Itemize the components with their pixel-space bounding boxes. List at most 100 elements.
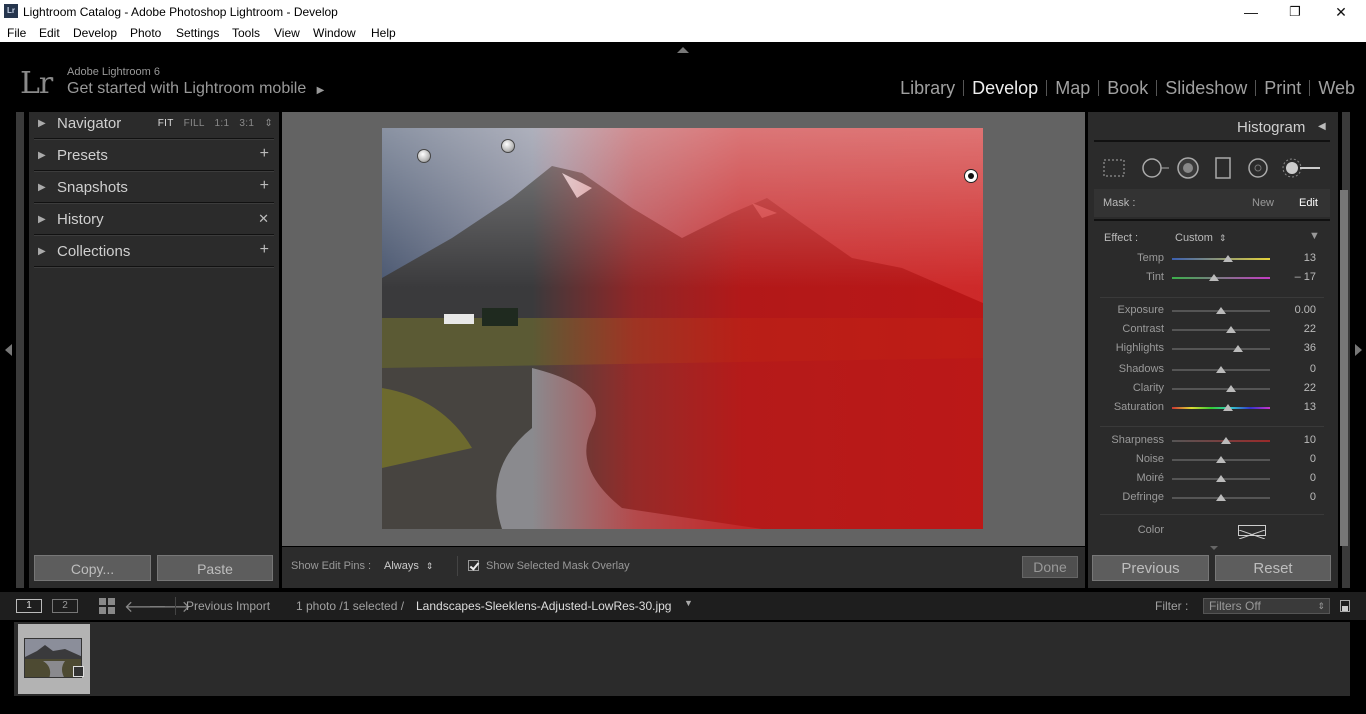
filename[interactable]: Landscapes-Sleeklens-Adjusted-LowRes-30.… — [416, 599, 671, 613]
history-panel-header[interactable]: ▶ History ✕ — [29, 206, 279, 238]
edit-pin[interactable] — [501, 139, 515, 153]
saturation-value[interactable]: 13 — [1276, 401, 1316, 413]
temp-value[interactable]: 13 — [1276, 252, 1316, 264]
shadows-value[interactable]: 0 — [1276, 363, 1316, 375]
tint-value[interactable]: – 17 — [1276, 271, 1316, 283]
collapse-left-panel-icon[interactable] — [5, 344, 12, 356]
menu-window[interactable]: Window — [313, 26, 356, 40]
show-edit-pins-select[interactable]: Always ⇕ — [384, 560, 433, 572]
module-map[interactable]: Map — [1048, 78, 1097, 99]
menu-photo[interactable]: Photo — [130, 26, 161, 40]
grid-view-icon[interactable] — [99, 598, 115, 614]
red-eye-icon[interactable] — [1176, 156, 1200, 180]
noise-value[interactable]: 0 — [1276, 453, 1316, 465]
zoom-fit[interactable]: FIT — [158, 118, 174, 129]
module-slideshow[interactable]: Slideshow — [1158, 78, 1254, 99]
exposure-value[interactable]: 0.00 — [1276, 304, 1316, 316]
add-snapshot-icon[interactable]: + — [260, 177, 269, 195]
filter-select[interactable]: Filters Off ⇕ — [1203, 598, 1330, 614]
effect-preset-select[interactable]: Custom ⇕ — [1175, 232, 1227, 244]
temp-slider-track[interactable] — [1172, 258, 1270, 260]
saturation-slider-thumb[interactable] — [1223, 404, 1233, 411]
menu-tools[interactable]: Tools — [232, 26, 260, 40]
contrast-slider-thumb[interactable] — [1226, 326, 1236, 333]
primary-display-button[interactable]: 1 — [16, 599, 42, 613]
tint-slider-thumb[interactable] — [1209, 274, 1219, 281]
spot-removal-icon[interactable] — [1140, 156, 1170, 180]
filter-lock-icon[interactable] — [1340, 600, 1350, 612]
color-swatch[interactable] — [1238, 525, 1266, 540]
tint-slider-track[interactable] — [1172, 277, 1270, 279]
maximize-button[interactable]: ❐ — [1272, 2, 1318, 22]
clarity-slider-track[interactable] — [1172, 388, 1270, 390]
exposure-slider-thumb[interactable] — [1216, 307, 1226, 314]
module-book[interactable]: Book — [1100, 78, 1155, 99]
done-button[interactable]: Done — [1022, 556, 1078, 578]
clarity-slider-thumb[interactable] — [1226, 385, 1236, 392]
module-web[interactable]: Web — [1311, 78, 1362, 99]
menu-file[interactable]: File — [7, 26, 26, 40]
contrast-slider-track[interactable] — [1172, 329, 1270, 331]
effect-collapse-icon[interactable]: ▼ — [1309, 230, 1320, 242]
reset-button[interactable]: Reset — [1215, 555, 1331, 581]
zoom-1-1[interactable]: 1:1 — [215, 118, 230, 129]
menu-help[interactable]: Help — [371, 26, 396, 40]
lightroom-mobile-link[interactable]: Get started with Lightroom mobile ▶ — [67, 80, 324, 98]
add-collection-icon[interactable]: + — [260, 241, 269, 259]
temp-slider-thumb[interactable] — [1223, 255, 1233, 262]
main-photo[interactable] — [382, 128, 983, 529]
edit-pin[interactable] — [417, 149, 431, 163]
highlights-slider-track[interactable] — [1172, 348, 1270, 350]
forward-arrow-icon[interactable]: 🡒 — [148, 596, 191, 617]
menu-settings[interactable]: Settings — [176, 26, 219, 40]
histogram-collapse-icon[interactable]: ◀ — [1318, 121, 1326, 132]
navigator-panel-header[interactable]: ▶ Navigator FIT FILL 1:1 3:1 ⇕ — [29, 110, 279, 142]
highlights-slider-thumb[interactable] — [1233, 345, 1243, 352]
source-label[interactable]: Previous Import — [186, 599, 270, 613]
noise-slider-thumb[interactable] — [1216, 456, 1226, 463]
dropdown-arrow-icon[interactable]: ▼ — [684, 598, 693, 608]
menu-view[interactable]: View — [274, 26, 300, 40]
module-library[interactable]: Library — [893, 78, 962, 99]
paste-settings-button[interactable]: Paste — [157, 555, 273, 581]
secondary-display-button[interactable]: 2 — [52, 599, 78, 613]
zoom-3-1[interactable]: 3:1 — [239, 118, 254, 129]
highlights-value[interactable]: 36 — [1276, 342, 1316, 354]
add-preset-icon[interactable]: + — [260, 145, 269, 163]
shadows-slider-thumb[interactable] — [1216, 366, 1226, 373]
adjustment-brush-icon[interactable] — [1280, 156, 1322, 180]
graduated-filter-icon[interactable] — [1212, 156, 1234, 180]
zoom-fill[interactable]: FILL — [184, 118, 205, 129]
snapshots-panel-header[interactable]: ▶ Snapshots + — [29, 174, 279, 206]
defringe-value[interactable]: 0 — [1276, 491, 1316, 503]
radial-filter-icon[interactable] — [1246, 156, 1270, 180]
mask-overlay-checkbox[interactable] — [468, 560, 479, 571]
histogram-label[interactable]: Histogram — [1237, 119, 1305, 136]
menu-edit[interactable]: Edit — [39, 26, 60, 40]
clarity-value[interactable]: 22 — [1276, 382, 1316, 394]
collapse-top-panel-icon[interactable] — [677, 47, 689, 53]
defringe-slider-thumb[interactable] — [1216, 494, 1226, 501]
module-print[interactable]: Print — [1257, 78, 1308, 99]
minimize-button[interactable]: — — [1228, 2, 1274, 22]
menu-develop[interactable]: Develop — [73, 26, 117, 40]
contrast-value[interactable]: 22 — [1276, 323, 1316, 335]
module-develop[interactable]: Develop — [965, 78, 1045, 99]
clear-history-icon[interactable]: ✕ — [258, 211, 269, 227]
moir-slider-thumb[interactable] — [1216, 475, 1226, 482]
moir-value[interactable]: 0 — [1276, 472, 1316, 484]
filmstrip-thumbnail-cell[interactable] — [18, 624, 90, 694]
close-button[interactable]: ✕ — [1318, 2, 1364, 22]
presets-panel-header[interactable]: ▶ Presets + — [29, 142, 279, 174]
crop-overlay-icon[interactable] — [1102, 157, 1126, 179]
selected-edit-pin[interactable] — [964, 169, 978, 183]
collapse-right-panel-icon[interactable] — [1355, 344, 1362, 356]
right-panel-scrollbar[interactable] — [1340, 190, 1348, 546]
zoom-spinner-icon[interactable]: ⇕ — [264, 118, 273, 129]
sharpness-slider-thumb[interactable] — [1221, 437, 1231, 444]
previous-button[interactable]: Previous — [1092, 555, 1209, 581]
sharpness-value[interactable]: 10 — [1276, 434, 1316, 446]
saturation-slider-track[interactable] — [1172, 407, 1270, 409]
collections-panel-header[interactable]: ▶ Collections + — [29, 238, 279, 270]
mask-edit-button[interactable]: Edit — [1299, 197, 1318, 209]
